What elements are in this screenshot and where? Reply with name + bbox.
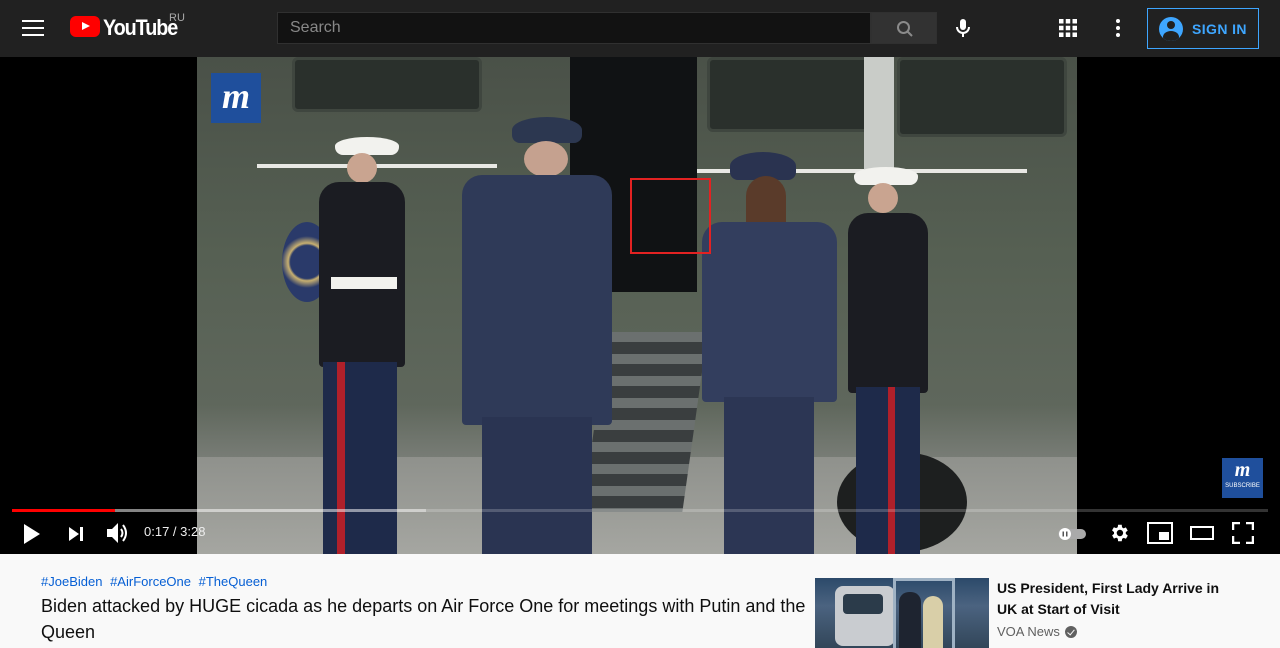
search-button[interactable] [871, 12, 937, 44]
watch-metadata: #JoeBiden #AirForceOne #TheQueen Biden a… [0, 554, 1280, 648]
search-icon [897, 21, 913, 37]
subscribe-badge-text: SUBSCRIBE [1225, 483, 1260, 489]
sign-in-label: SIGN IN [1192, 20, 1247, 37]
subscribe-badge[interactable]: m SUBSCRIBE [1222, 458, 1263, 498]
miniplayer-icon[interactable] [1147, 522, 1173, 544]
recommended-channel[interactable]: VOA News [997, 624, 1077, 639]
hashtag-link[interactable]: #JoeBiden [41, 574, 102, 589]
search-input[interactable]: Search [277, 12, 871, 44]
apps-grid-icon[interactable] [1058, 18, 1078, 38]
recommended-thumbnail[interactable] [815, 578, 989, 648]
channel-watermark: m [211, 73, 261, 123]
progress-bar[interactable] [12, 509, 1268, 512]
sign-in-button[interactable]: SIGN IN [1147, 8, 1259, 49]
country-code: RU [169, 12, 185, 24]
verified-badge-icon [1064, 625, 1077, 638]
hashtags: #JoeBiden #AirForceOne #TheQueen [41, 574, 271, 589]
theater-mode-icon[interactable] [1190, 526, 1214, 540]
more-vert-icon[interactable] [1108, 16, 1128, 40]
marine-left [307, 137, 417, 554]
microphone-icon[interactable] [951, 16, 975, 40]
hashtag-link[interactable]: #AirForceOne [110, 574, 191, 589]
account-icon [1159, 16, 1183, 41]
recommended-video[interactable]: US President, First Lady Arrive in UK at… [815, 578, 1275, 648]
highlight-box [630, 178, 711, 254]
officer-woman [702, 152, 837, 554]
masthead: YouTube RU Search SIGN IN [0, 0, 1280, 57]
next-icon[interactable] [66, 524, 86, 544]
hamburger-icon[interactable] [22, 20, 44, 37]
logo-text: YouTube [103, 15, 178, 40]
recommended-title[interactable]: US President, First Lady Arrive in UK at… [997, 578, 1227, 620]
autoplay-toggle-icon[interactable] [1058, 528, 1088, 540]
hashtag-link[interactable]: #TheQueen [199, 574, 268, 589]
played-bar [12, 509, 115, 512]
settings-gear-icon[interactable] [1108, 522, 1130, 544]
play-icon[interactable] [22, 523, 42, 545]
helicopter-window [897, 57, 1067, 137]
helicopter-window [292, 57, 482, 112]
youtube-play-logo-icon [70, 16, 100, 37]
volume-icon[interactable] [105, 521, 131, 545]
subscribe-badge-logo: m [1234, 459, 1251, 481]
fullscreen-icon[interactable] [1232, 522, 1254, 544]
time-display: 0:17 / 3:28 [144, 524, 206, 539]
youtube-logo[interactable]: YouTube RU [70, 12, 185, 40]
video-frame[interactable]: m [197, 57, 1077, 554]
channel-name: VOA News [997, 624, 1060, 639]
helicopter-window [707, 57, 882, 132]
officer-back [462, 117, 612, 554]
marine-right [842, 167, 932, 554]
video-player[interactable]: m m SUBSCRIBE 0:17 / 3:28 [0, 57, 1280, 554]
video-title: Biden attacked by HUGE cicada as he depa… [41, 596, 806, 642]
helicopter-strut [864, 57, 894, 177]
